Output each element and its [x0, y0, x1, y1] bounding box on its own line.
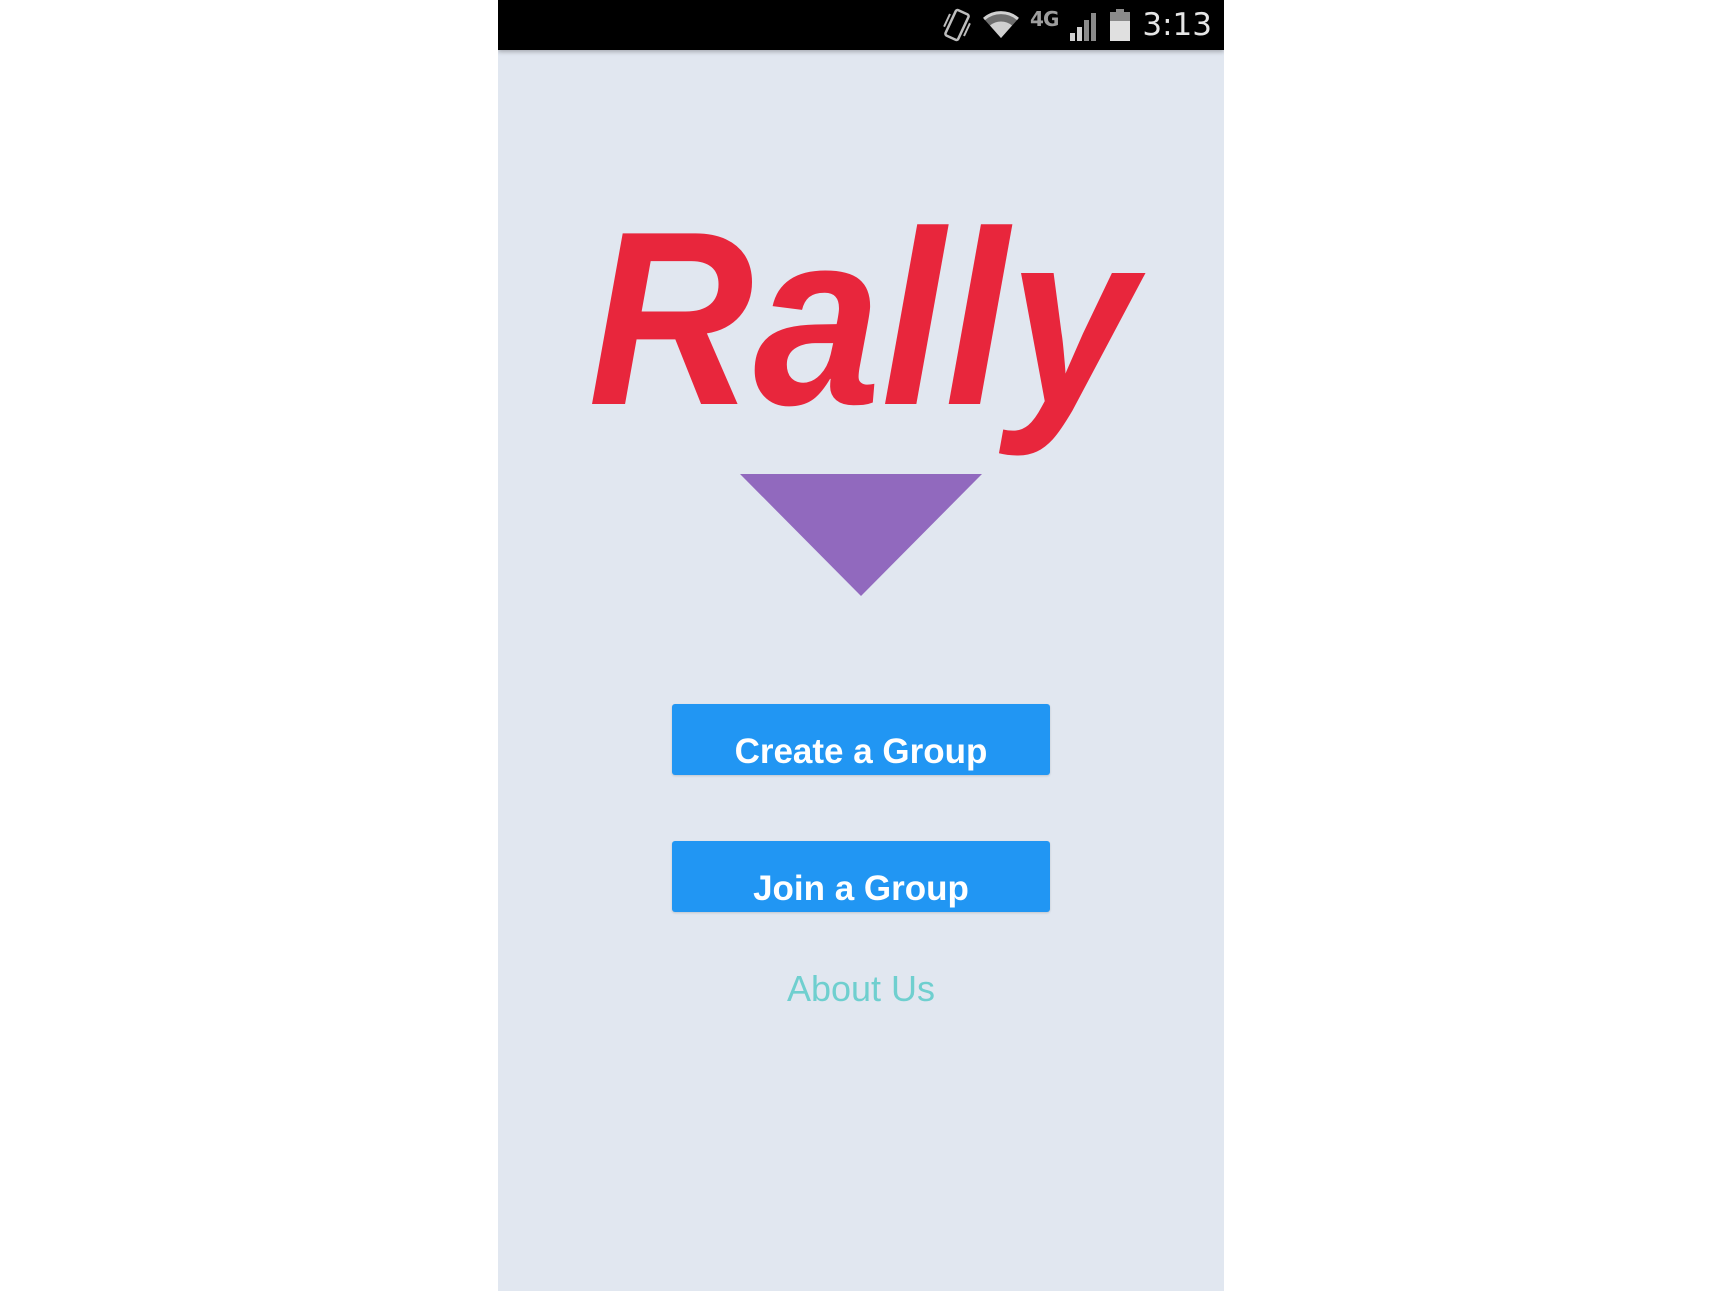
signal-icon [1068, 9, 1100, 41]
status-icons: 4G 3:13 [942, 0, 1212, 50]
battery-icon [1110, 9, 1131, 41]
about-us-link[interactable]: About Us [498, 968, 1224, 1010]
rally-logo: Rally [588, 178, 1148, 468]
join-group-button[interactable]: Join a Group [672, 841, 1050, 912]
create-group-button[interactable]: Create a Group [672, 704, 1050, 775]
wifi-icon [982, 10, 1020, 40]
app-screen: 4G 3:13 Rally Create a Group Join a Grou… [498, 0, 1224, 1291]
vibrate-icon [942, 8, 972, 42]
clock: 3:13 [1142, 7, 1212, 43]
network-type-label: 4G [1030, 7, 1059, 31]
logo-triangle-icon [740, 474, 982, 596]
status-bar: 4G 3:13 [498, 0, 1224, 50]
logo-wordmark: Rally [588, 179, 1146, 457]
